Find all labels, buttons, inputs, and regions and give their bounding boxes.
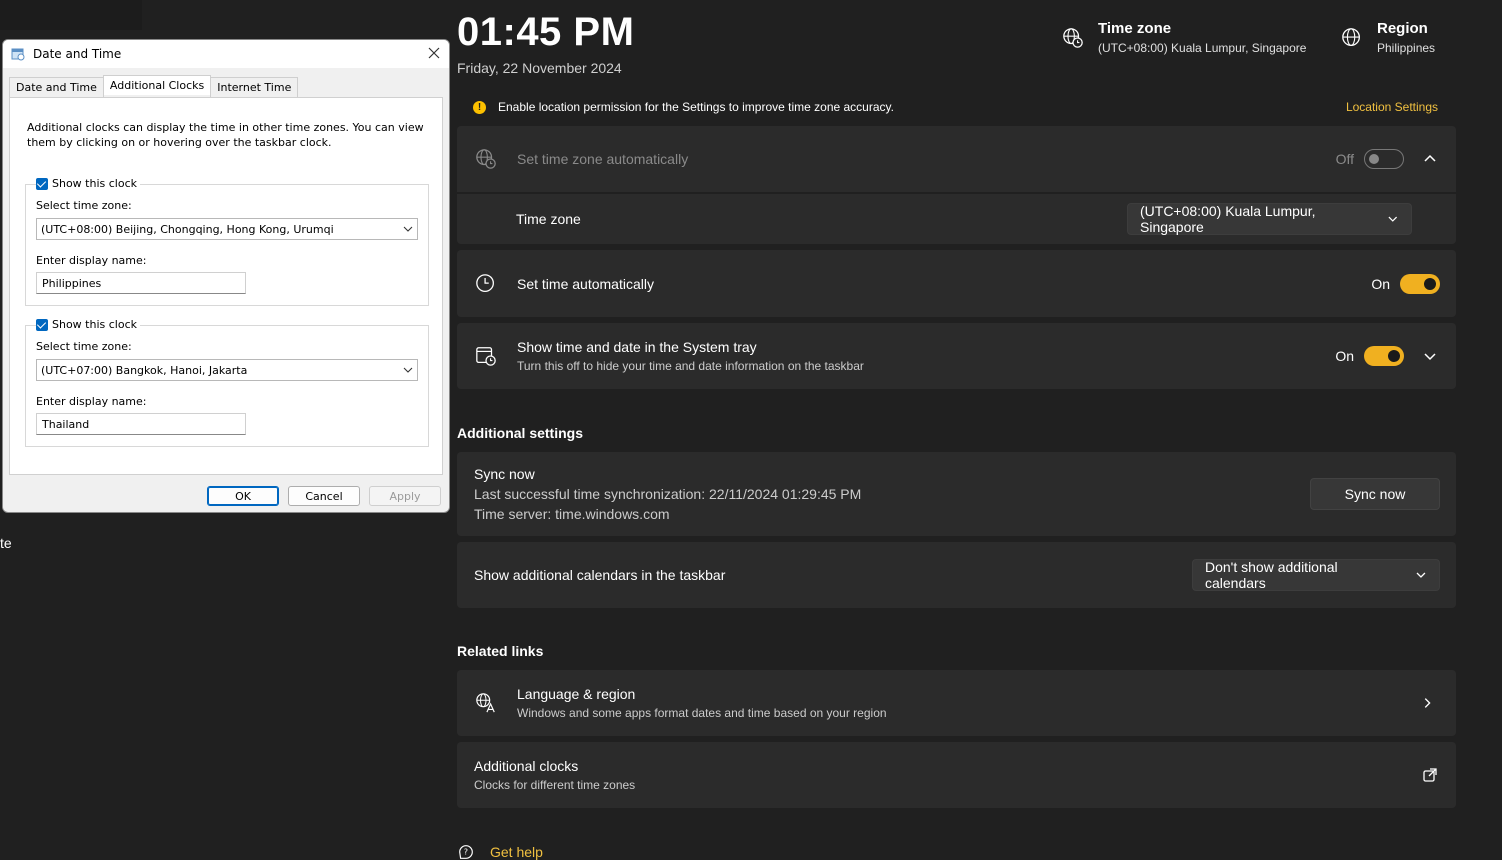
close-icon[interactable] (427, 46, 441, 60)
language-region-link[interactable]: Language & region Windows and some apps … (457, 670, 1456, 736)
clock2-show-checkbox[interactable]: Show this clock (36, 318, 140, 331)
clock2-tz-select[interactable]: (UTC+07:00) Bangkok, Hanoi, Jakarta (36, 359, 418, 381)
chevron-down-icon (403, 226, 413, 232)
clock2-group: Show this clock Select time zone: (UTC+0… (25, 318, 429, 447)
header-timezone-title: Time zone (1098, 20, 1172, 37)
clock1-tz-value: (UTC+08:00) Beijing, Chongqing, Hong Kon… (41, 222, 334, 236)
timezone-dropdown-value: (UTC+08:00) Kuala Lumpur, Singapore (1140, 203, 1316, 235)
calendars-label: Show additional calendars in the taskbar (474, 567, 726, 583)
get-help-link[interactable]: Get help (490, 844, 543, 860)
globe-icon (1342, 28, 1360, 46)
chevron-up-icon[interactable] (1422, 151, 1438, 167)
nav-strip (0, 0, 142, 30)
ok-button[interactable]: OK (207, 486, 279, 506)
location-notice-text: Enable location permission for the Setti… (498, 100, 894, 114)
additional-clocks-title: Additional clocks (474, 758, 579, 774)
clock1-tz-label: Select time zone: (36, 199, 132, 212)
header-region: Region Philippines (1341, 20, 1435, 55)
chevron-down-icon (1416, 572, 1426, 578)
auto-time-state: On (1371, 275, 1390, 292)
timezone-label: Time zone (516, 211, 581, 227)
tab-date-and-time[interactable]: Date and Time (9, 77, 104, 97)
chevron-down-icon[interactable] (1422, 348, 1438, 364)
clock1-name-label: Enter display name: (36, 254, 147, 267)
clock1-name-input[interactable]: Philippines (36, 272, 246, 294)
apply-button[interactable]: Apply (369, 486, 441, 506)
open-external-icon (1423, 768, 1437, 782)
globe-clock-icon (476, 149, 496, 169)
calendar-clock-icon (476, 347, 496, 366)
header-region-title: Region (1377, 20, 1428, 37)
clock1-show-checkbox[interactable]: Show this clock (36, 177, 140, 190)
chevron-down-icon (1388, 216, 1398, 222)
location-settings-link[interactable]: Location Settings (1346, 100, 1438, 114)
tray-card: Show time and date in the System tray Tu… (457, 323, 1456, 389)
header-timezone-value: (UTC+08:00) Kuala Lumpur, Singapore (1098, 41, 1307, 55)
warning-icon: ! (473, 100, 486, 114)
additional-clocks-sub: Clocks for different time zones (474, 778, 636, 792)
language-icon (476, 693, 495, 713)
clock1-tz-select[interactable]: (UTC+08:00) Beijing, Chongqing, Hong Kon… (36, 218, 418, 240)
clock2-tz-label: Select time zone: (36, 340, 132, 353)
auto-time-card: Set time automatically On (457, 250, 1456, 317)
language-region-title: Language & region (517, 686, 636, 702)
current-time: 01:45 PM (457, 10, 635, 54)
location-notice: ! Enable location permission for the Set… (457, 94, 1456, 120)
auto-time-toggle[interactable] (1400, 273, 1440, 294)
clock1-show-label: Show this clock (52, 177, 137, 190)
svg-text:?: ? (464, 847, 468, 857)
clock1-group: Show this clock Select time zone: (UTC+0… (25, 177, 429, 306)
calendars-dropdown[interactable]: Don't show additional calendars (1192, 559, 1440, 591)
auto-timezone-card: Set time zone automatically Off (457, 126, 1456, 192)
calendars-card: Show additional calendars in the taskbar… (457, 542, 1456, 608)
chevron-down-icon (403, 367, 413, 373)
clock2-tz-value: (UTC+07:00) Bangkok, Hanoi, Jakarta (41, 363, 248, 377)
sync-server: Time server: time.windows.com (474, 506, 670, 522)
dialog-tabs: Date and Time Additional Clocks Internet… (9, 75, 299, 97)
tray-label: Show time and date in the System tray (517, 339, 757, 355)
header-timezone: Time zone (UTC+08:00) Kuala Lumpur, Sing… (1062, 20, 1306, 55)
cancel-button[interactable]: Cancel (288, 486, 360, 506)
related-links-title: Related links (457, 643, 544, 659)
auto-timezone-state: Off (1335, 151, 1354, 167)
chevron-right-icon (1424, 698, 1431, 708)
auto-timezone-toggle[interactable] (1364, 149, 1404, 169)
tray-sub: Turn this off to hide your time and date… (517, 359, 864, 373)
checkbox-checked-icon (36, 177, 48, 190)
timezone-card: Time zone (UTC+08:00) Kuala Lumpur, Sing… (457, 194, 1456, 244)
sync-card: Sync now Last successful time synchroniz… (457, 452, 1456, 536)
additional-clocks-link[interactable]: Additional clocks Clocks for different t… (457, 742, 1456, 808)
auto-time-label: Set time automatically (517, 275, 654, 292)
date-time-dialog: Date and Time Date and Time Additional C… (2, 39, 450, 513)
date-time-app-icon (11, 48, 25, 61)
additional-clocks-panel: Additional clocks can display the time i… (9, 97, 443, 475)
timezone-dropdown[interactable]: (UTC+08:00) Kuala Lumpur, Singapore (1127, 203, 1412, 235)
tray-toggle[interactable] (1364, 346, 1404, 366)
tray-state: On (1335, 348, 1354, 364)
sync-title: Sync now (474, 466, 535, 482)
tab-internet-time[interactable]: Internet Time (210, 77, 299, 97)
clock2-name-label: Enter display name: (36, 395, 147, 408)
date-time-page: 01:45 PM Friday, 22 November 2024 Time z… (457, 0, 1457, 860)
sync-now-button[interactable]: Sync now (1310, 478, 1440, 510)
globe-clock-icon (1063, 28, 1083, 48)
tab-additional-clocks[interactable]: Additional Clocks (102, 75, 212, 95)
panel-description: Additional clocks can display the time i… (27, 121, 424, 149)
nav-text-fragment[interactable]: te (0, 535, 12, 551)
get-help[interactable]: ? Get help (457, 843, 543, 860)
header-region-value: Philippines (1377, 41, 1436, 55)
dialog-title: Date and Time (33, 47, 122, 61)
language-region-sub: Windows and some apps format dates and t… (517, 706, 887, 720)
calendars-dropdown-value: Don't show additional calendars (1205, 559, 1338, 591)
clock2-show-label: Show this clock (52, 318, 137, 331)
checkbox-checked-icon (36, 318, 48, 331)
sync-last: Last successful time synchronization: 22… (474, 486, 862, 502)
dialog-title-bar[interactable]: Date and Time (3, 40, 449, 68)
current-date: Friday, 22 November 2024 (457, 60, 622, 76)
clock2-name-input[interactable]: Thailand (36, 413, 246, 435)
help-icon: ? (459, 845, 473, 859)
additional-settings-title: Additional settings (457, 425, 583, 441)
clock-icon (476, 273, 494, 292)
auto-timezone-label: Set time zone automatically (517, 151, 689, 167)
